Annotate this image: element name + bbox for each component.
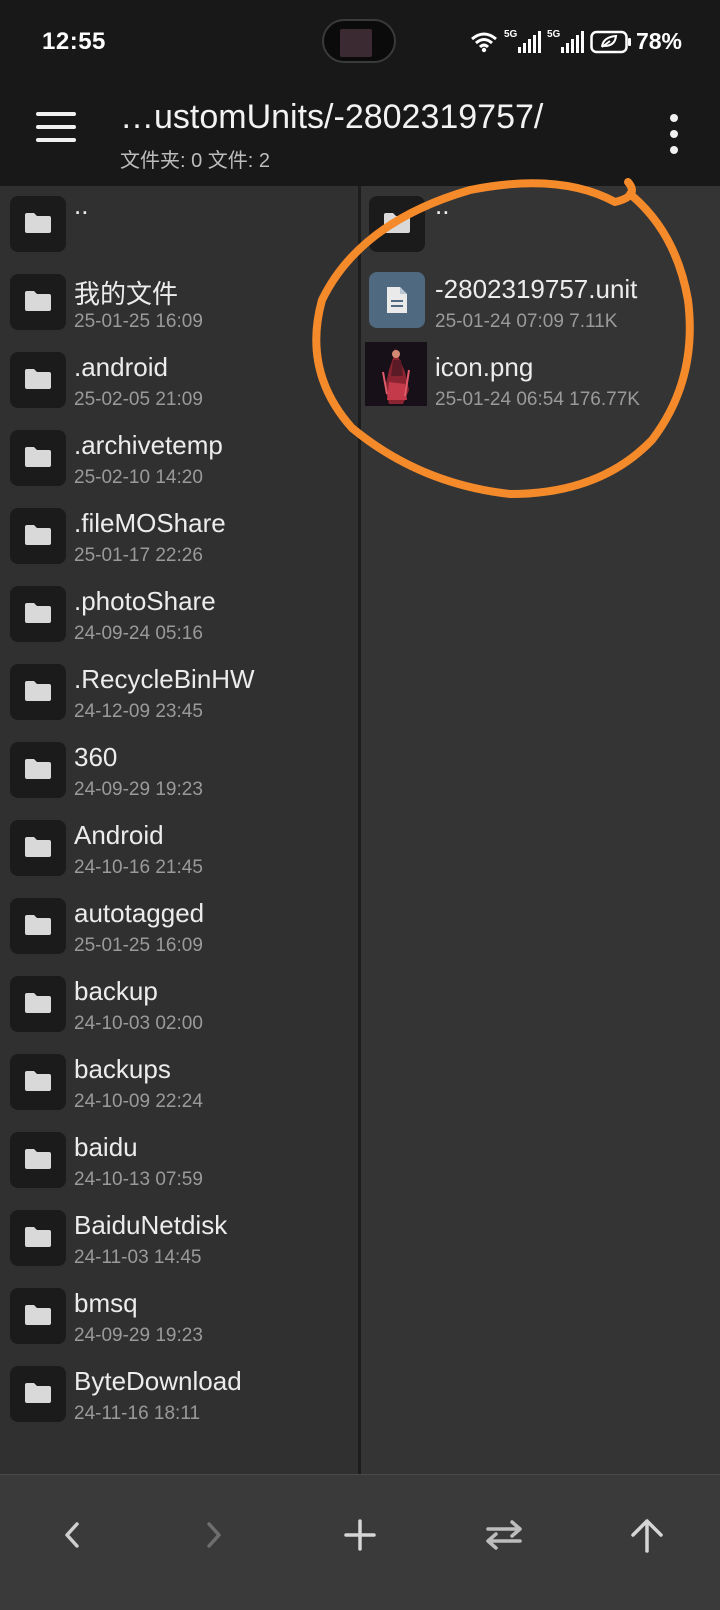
parent-dir-row[interactable]: .. <box>361 186 720 266</box>
folder-name: .photoShare <box>74 586 216 616</box>
add-icon[interactable] <box>330 1505 390 1565</box>
status-bar: 12:55 5G 5G 78% <box>0 0 720 84</box>
toolbar: …ustomUnits/-2802319757/ 文件夹: 0 文件: 2 <box>0 84 720 186</box>
folder-date: 24-10-09 22:24 <box>74 1091 203 1112</box>
folder-row[interactable]: Android 24-10-16 21:45 <box>0 810 358 890</box>
folder-icon <box>10 1132 66 1188</box>
folder-row[interactable]: ByteDownload 24-11-16 18:11 <box>0 1356 358 1436</box>
folder-date: 24-09-29 19:23 <box>74 1325 203 1346</box>
folder-date: 25-01-25 16:09 <box>74 311 203 332</box>
folder-name: .archivetemp <box>74 430 223 460</box>
image-thumbnail <box>365 342 427 406</box>
folder-row[interactable]: 我的文件 25-01-25 16:09 <box>0 264 358 344</box>
folder-row[interactable]: 360 24-09-29 19:23 <box>0 732 358 812</box>
folder-icon <box>10 1288 66 1344</box>
parent-dir-label: .. <box>435 190 450 220</box>
folder-row[interactable]: .archivetemp 25-02-10 14:20 <box>0 420 358 500</box>
clock: 12:55 <box>42 28 106 55</box>
folder-name: ByteDownload <box>74 1366 242 1396</box>
file-name: -2802319757.unit <box>435 274 638 304</box>
folder-icon <box>10 976 66 1032</box>
folder-name: backups <box>74 1054 171 1084</box>
folder-name: backup <box>74 976 158 1006</box>
folder-icon <box>10 508 66 564</box>
camera-cutout <box>322 19 396 63</box>
forward-icon[interactable] <box>184 1505 244 1565</box>
folder-date: 24-10-13 07:59 <box>74 1169 203 1190</box>
folder-row[interactable]: .photoShare 24-09-24 05:16 <box>0 576 358 656</box>
battery-percent: 78% <box>635 28 682 54</box>
folder-date: 25-01-25 16:09 <box>74 935 203 956</box>
up-icon[interactable] <box>617 1505 677 1565</box>
folder-date: 24-09-24 05:16 <box>74 623 203 644</box>
folder-name: 我的文件 <box>74 279 179 309</box>
file-row[interactable]: icon.png 25-01-24 06:54 176.77K <box>361 342 720 422</box>
folder-icon <box>10 1210 66 1266</box>
folder-icon <box>10 352 66 408</box>
folder-name: .fileMOShare <box>74 508 226 538</box>
back-icon[interactable] <box>42 1505 102 1565</box>
folder-icon <box>10 1054 66 1110</box>
signal-icon-2: 5G <box>547 29 584 53</box>
folder-row[interactable]: backups 24-10-09 22:24 <box>0 1044 358 1124</box>
folder-row[interactable]: .android 25-02-05 21:09 <box>0 342 358 422</box>
folder-row[interactable]: .fileMOShare 25-01-17 22:26 <box>0 498 358 578</box>
folder-icon <box>10 196 66 252</box>
folder-name: .RecycleBinHW <box>74 664 255 694</box>
folder-row[interactable]: backup 24-10-03 02:00 <box>0 966 358 1046</box>
wifi-icon <box>470 32 497 52</box>
folder-icon <box>10 586 66 642</box>
file-row[interactable]: -2802319757.unit 25-01-24 07:09 7.11K <box>361 264 720 344</box>
folder-date: 25-02-10 14:20 <box>74 467 203 488</box>
folder-date: 24-09-29 19:23 <box>74 779 203 800</box>
file-meta: 25-01-24 07:09 7.11K <box>435 311 618 332</box>
folder-name: BaiduNetdisk <box>74 1210 228 1240</box>
bottom-navigation-bar <box>0 1474 720 1610</box>
folder-icon <box>10 742 66 798</box>
folder-date: 24-11-16 18:11 <box>74 1403 201 1424</box>
folder-name: Android <box>74 820 164 850</box>
parent-dir-row[interactable]: .. <box>0 186 358 266</box>
folder-date: 25-02-05 21:09 <box>74 389 203 410</box>
document-icon <box>369 272 425 328</box>
left-pane: .. 我的文件 25-01-25 16:09 .android 25-02-05 21… <box>0 186 358 1474</box>
folder-row[interactable]: .RecycleBinHW 24-12-09 23:45 <box>0 654 358 734</box>
folder-name: 360 <box>74 742 118 772</box>
folder-name: .android <box>74 352 168 382</box>
folder-date: 24-11-03 14:45 <box>74 1247 202 1268</box>
swap-icon[interactable] <box>474 1505 534 1565</box>
file-name: icon.png <box>435 352 534 382</box>
folder-date: 24-10-03 02:00 <box>74 1013 203 1034</box>
folder-name: autotagged <box>74 898 205 928</box>
folder-icon <box>10 898 66 954</box>
folder-file-count: 文件夹: 0 文件: 2 <box>120 150 271 172</box>
right-pane: .. -2802319757.unit 25-01-24 07:09 7.11K… <box>361 186 720 1474</box>
folder-row[interactable]: bmsq 24-09-29 19:23 <box>0 1278 358 1358</box>
folder-name: baidu <box>74 1132 138 1162</box>
folder-date: 24-12-09 23:45 <box>74 701 203 722</box>
battery-saver-icon <box>590 30 631 53</box>
folder-icon <box>10 664 66 720</box>
folder-row[interactable]: BaiduNetdisk 24-11-03 14:45 <box>0 1200 358 1280</box>
folder-name: bmsq <box>74 1288 138 1318</box>
more-options-icon[interactable] <box>668 114 680 154</box>
parent-dir-label: .. <box>74 190 89 220</box>
status-icons: 5G 5G 78% <box>470 28 682 55</box>
current-path: …ustomUnits/-2802319757/ <box>120 98 544 136</box>
folder-row[interactable]: baidu 24-10-13 07:59 <box>0 1122 358 1202</box>
folder-icon <box>10 1366 66 1422</box>
folder-date: 25-01-17 22:26 <box>74 545 203 566</box>
folder-icon <box>369 196 425 252</box>
signal-icon-1: 5G <box>504 29 541 53</box>
folder-row[interactable]: autotagged 25-01-25 16:09 <box>0 888 358 968</box>
folder-date: 24-10-16 21:45 <box>74 857 203 878</box>
menu-icon[interactable] <box>36 112 76 146</box>
folder-icon <box>10 274 66 330</box>
folder-icon <box>10 430 66 486</box>
file-meta: 25-01-24 06:54 176.77K <box>435 389 640 410</box>
folder-icon <box>10 820 66 876</box>
battery: 78% <box>590 28 682 55</box>
